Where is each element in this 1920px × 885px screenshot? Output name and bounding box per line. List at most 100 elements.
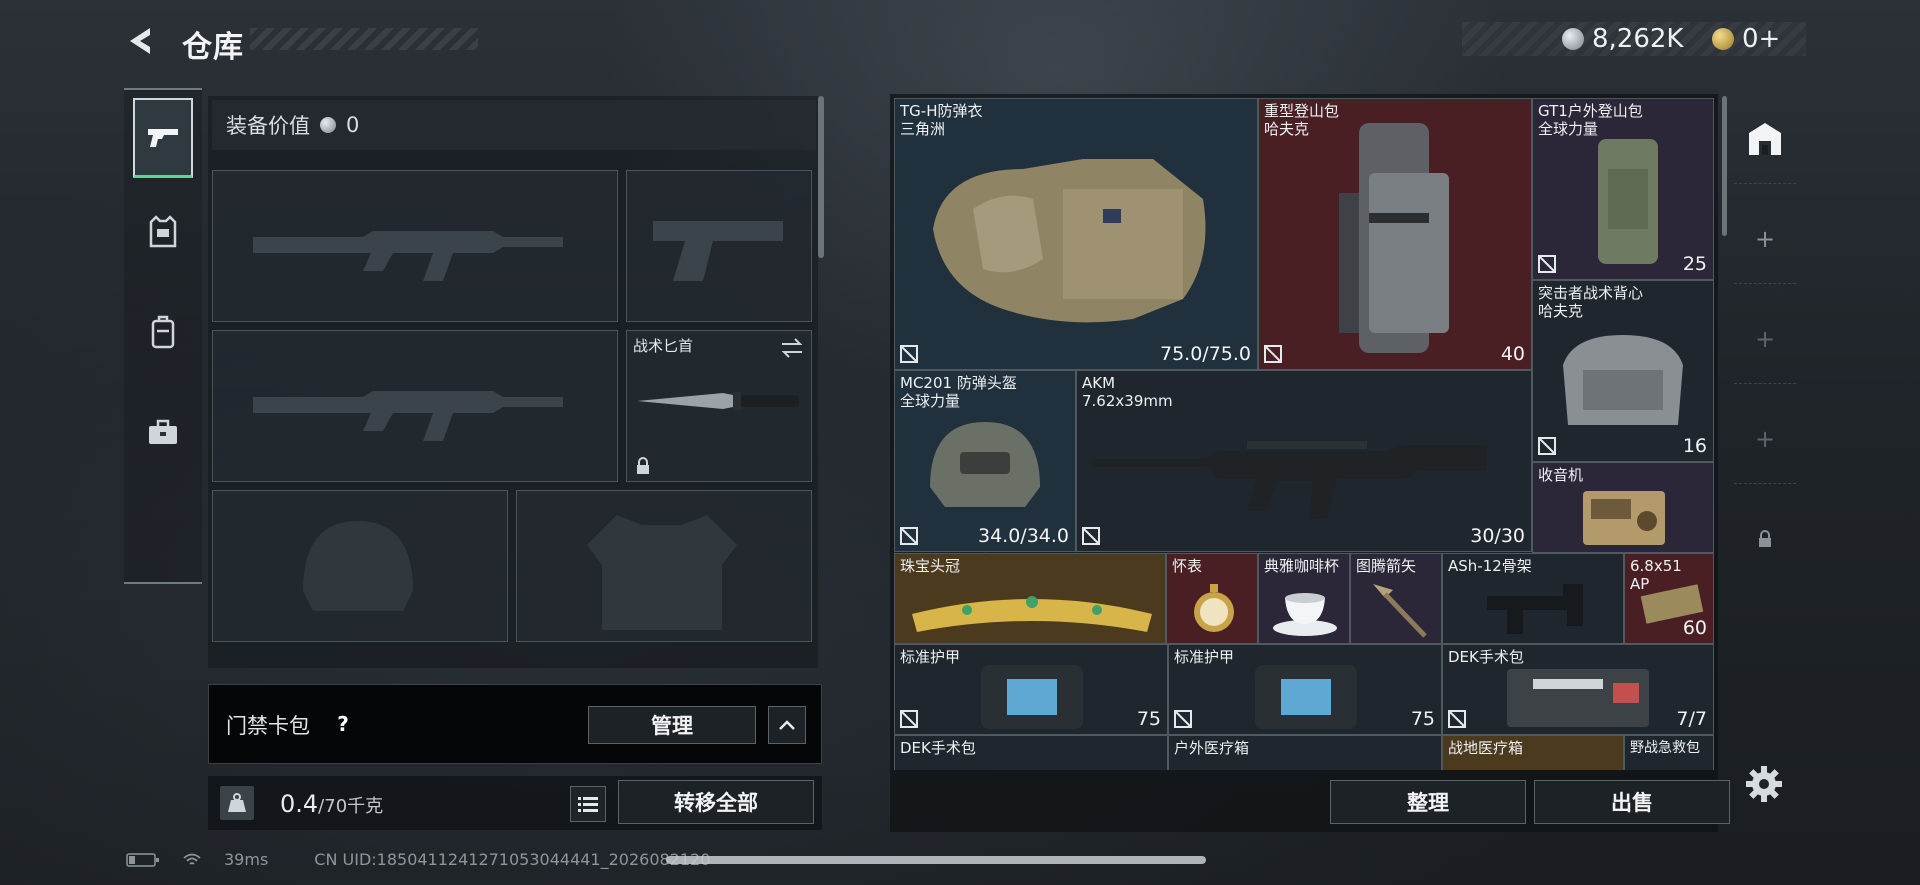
manage-button[interactable]: 管理 <box>588 706 756 744</box>
item-standard-armor[interactable]: 标准护甲 75 <box>894 644 1168 735</box>
equipment-scrollbar[interactable] <box>818 96 824 258</box>
sell-button[interactable]: 出售 <box>1534 780 1730 824</box>
list-view-button[interactable] <box>570 786 606 822</box>
item-heavy-backpack[interactable]: 重型登山包 哈夫克 40 <box>1258 98 1532 370</box>
storage-page-add[interactable]: + <box>1734 194 1796 284</box>
collapse-button[interactable] <box>768 706 806 744</box>
item-akm[interactable]: AKM 7.62x39mm 30/30 <box>1076 370 1532 552</box>
help-icon[interactable]: ? <box>330 712 356 738</box>
no-insure-icon <box>900 527 918 545</box>
category-backpack[interactable] <box>124 292 202 372</box>
cup-image <box>1273 593 1337 636</box>
sort-button[interactable]: 整理 <box>1330 780 1526 824</box>
equipment-value: 0 <box>346 113 360 137</box>
silver-currency[interactable]: 8,262K <box>1562 24 1683 54</box>
item-jewel-crown[interactable]: 珠宝头冠 <box>894 553 1166 644</box>
category-weapons[interactable] <box>133 98 193 178</box>
status-footer: 39ms CN UID:1850411241271053044441_20260… <box>126 850 710 869</box>
item-raider-vest[interactable]: 突击者战术背心 哈夫克 16 <box>1532 280 1714 462</box>
ping-value: 39ms <box>224 850 269 869</box>
item-radio[interactable]: 收音机 <box>1532 462 1714 553</box>
item-totem-arrow[interactable]: 图腾箭矢 <box>1350 553 1442 644</box>
keycard-label: 门禁卡包 <box>226 714 310 738</box>
item-gt1-backpack[interactable]: GT1户外登山包 全球力量 25 <box>1532 98 1714 280</box>
title-decoration <box>250 28 478 50</box>
armor-plate-image <box>1255 665 1357 729</box>
storage-grid: TG-H防弹衣 三角洲 75.0/75.0 重型登山包 哈夫克 40 GT1户外 <box>894 98 1714 770</box>
plus-icon: + <box>1754 424 1776 453</box>
item-name: 户外医疗箱 <box>1174 739 1250 757</box>
item-mc201-helmet[interactable]: MC201 防弹头盔 全球力量 34.0/34.0 <box>894 370 1076 552</box>
plus-icon: + <box>1754 324 1776 353</box>
item-name: DEK手术包 <box>900 739 976 757</box>
transfer-all-button[interactable]: 转移全部 <box>618 780 814 824</box>
no-insure-icon <box>1174 710 1192 728</box>
rifle-silhouette-icon <box>253 231 563 281</box>
rifle-image <box>1092 441 1487 519</box>
backpack-image <box>1339 123 1449 353</box>
item-name: MC201 防弹头盔 全球力量 <box>900 374 1017 410</box>
item-standard-armor[interactable]: 标准护甲 75 <box>1168 644 1442 735</box>
item-coffee-cup[interactable]: 典雅咖啡杯 <box>1258 553 1350 644</box>
user-uid: CN UID:1850411241271053044441_2026082120 <box>314 850 711 869</box>
equipment-value-bar: 装备价值 0 <box>212 100 816 150</box>
item-armor-value: 75 <box>1136 708 1161 730</box>
silver-coin-icon <box>320 117 336 133</box>
lock-icon <box>637 457 649 474</box>
storage-page-main[interactable] <box>1734 94 1796 184</box>
rifle-silhouette-icon <box>253 391 563 441</box>
item-name: 标准护甲 <box>900 648 961 666</box>
plus-icon: + <box>1754 224 1776 253</box>
item-tgh-armor[interactable]: TG-H防弹衣 三角洲 75.0/75.0 <box>894 98 1258 370</box>
armor-plate-image <box>981 665 1083 729</box>
item-ash12-stock[interactable]: ASh-12骨架 <box>1442 553 1624 644</box>
carry-weight-max: /70千克 <box>318 796 384 817</box>
armor-vest-image <box>933 159 1206 323</box>
knife-slot[interactable]: 战术匕首 <box>626 330 812 482</box>
item-capacity: 16 <box>1682 435 1707 457</box>
armor-slot[interactable] <box>516 490 812 642</box>
equipment-value-label: 装备价值 <box>226 114 310 138</box>
no-insure-icon <box>1538 437 1556 455</box>
gold-currency[interactable]: 0+ <box>1712 24 1780 54</box>
storage-page-add[interactable]: + <box>1734 394 1796 484</box>
item-durability: 75.0/75.0 <box>1159 343 1251 365</box>
category-case[interactable] <box>124 392 202 472</box>
no-insure-icon <box>1538 255 1556 273</box>
page-title: 仓库 <box>182 30 244 65</box>
item-stack-count: 60 <box>1682 617 1707 639</box>
item-name: 重型登山包 哈夫克 <box>1264 102 1340 138</box>
secondary-weapon-slot[interactable] <box>212 330 618 482</box>
back-arrow-icon <box>130 28 150 54</box>
storage-page-add[interactable]: + <box>1734 294 1796 384</box>
silver-amount: 8,262K <box>1592 24 1684 54</box>
item-ammo-68x51[interactable]: 6.8x51 AP 60 <box>1624 553 1714 644</box>
armor-silhouette-icon <box>587 515 737 630</box>
item-outdoor-medkit[interactable]: 户外医疗箱 <box>1168 735 1442 770</box>
helmet-slot[interactable] <box>212 490 508 642</box>
gold-amount: 0+ <box>1742 24 1781 54</box>
swap-icon[interactable] <box>779 337 805 359</box>
home-indicator[interactable] <box>666 856 1206 864</box>
primary-weapon-slot[interactable] <box>212 170 618 322</box>
item-capacity: 40 <box>1500 343 1525 365</box>
backpack-icon <box>151 315 175 349</box>
item-ammo: 30/30 <box>1470 525 1525 547</box>
knife-label: 战术匕首 <box>633 337 694 355</box>
item-dek-surgical-kit[interactable]: DEK手术包 <box>894 735 1168 770</box>
item-pocket-watch[interactable]: 怀表 <box>1166 553 1258 644</box>
item-durability: 34.0/34.0 <box>977 525 1069 547</box>
back-button[interactable] <box>122 22 160 60</box>
item-name: 收音机 <box>1538 466 1584 484</box>
category-vest[interactable] <box>124 192 202 272</box>
item-dek-surgical-kit[interactable]: DEK手术包 7/7 <box>1442 644 1714 735</box>
pistol-slot[interactable] <box>626 170 812 322</box>
item-field-medkit[interactable]: 战地医疗箱 <box>1442 735 1624 770</box>
item-name: TG-H防弹衣 三角洲 <box>900 102 983 138</box>
settings-button[interactable] <box>1744 764 1784 804</box>
no-insure-icon <box>1082 527 1100 545</box>
gear-icon <box>1746 766 1782 802</box>
storage-scrollbar[interactable] <box>1722 96 1727 236</box>
item-first-aid-kit[interactable]: 野战急救包 <box>1624 735 1714 770</box>
storage-page-locked[interactable] <box>1734 494 1796 584</box>
